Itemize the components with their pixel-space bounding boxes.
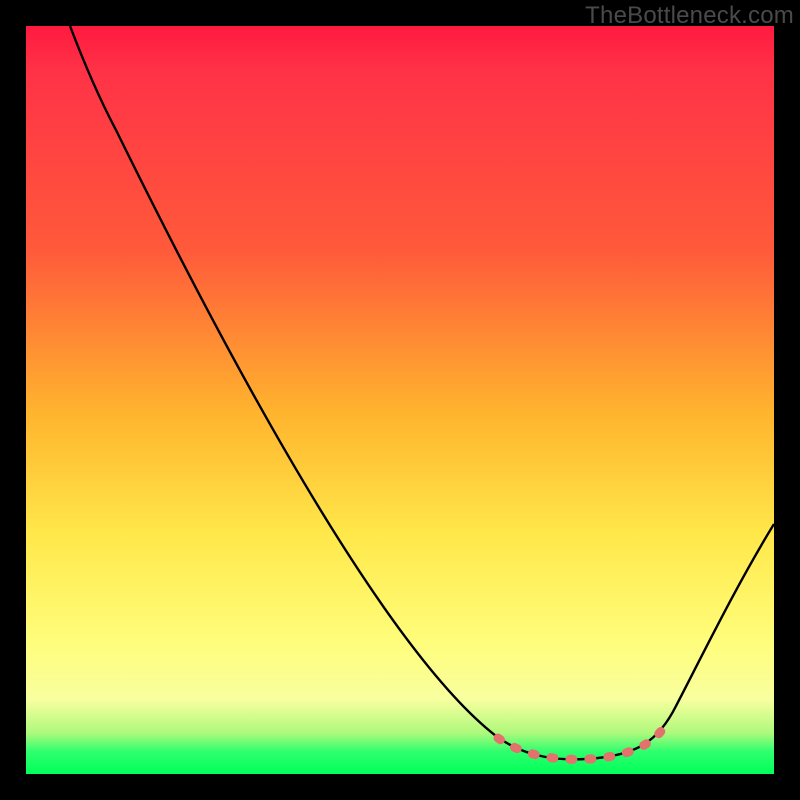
bottleneck-curve xyxy=(26,26,774,774)
optimal-markers xyxy=(498,730,662,759)
plot-area xyxy=(26,26,774,774)
curve-line xyxy=(70,26,774,759)
chart-frame: TheBottleneck.com xyxy=(0,0,800,800)
